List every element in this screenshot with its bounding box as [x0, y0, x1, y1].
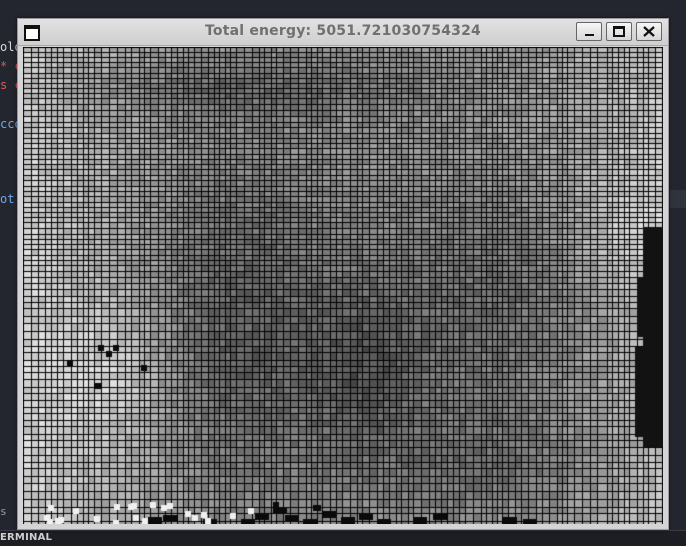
energy-grid-canvas[interactable] [23, 47, 663, 524]
close-icon [643, 26, 655, 37]
minimize-button[interactable] [576, 22, 602, 41]
editor-side-text: s [0, 505, 7, 518]
terminal-tab[interactable]: ERMINAL [0, 532, 52, 543]
energy-grid-image [23, 47, 663, 524]
window-title: Total energy: 5051.721030754324 [205, 23, 481, 39]
window-titlebar[interactable]: Total energy: 5051.721030754324 [18, 19, 668, 46]
close-button[interactable] [636, 22, 662, 41]
minimize-icon [585, 34, 594, 36]
panel-tab-bar: ERMINAL [0, 530, 686, 546]
energy-window: Total energy: 5051.721030754324 [17, 18, 669, 530]
editor-scroll-marker [670, 190, 686, 208]
maximize-button[interactable] [606, 22, 632, 41]
maximize-icon [613, 26, 625, 37]
